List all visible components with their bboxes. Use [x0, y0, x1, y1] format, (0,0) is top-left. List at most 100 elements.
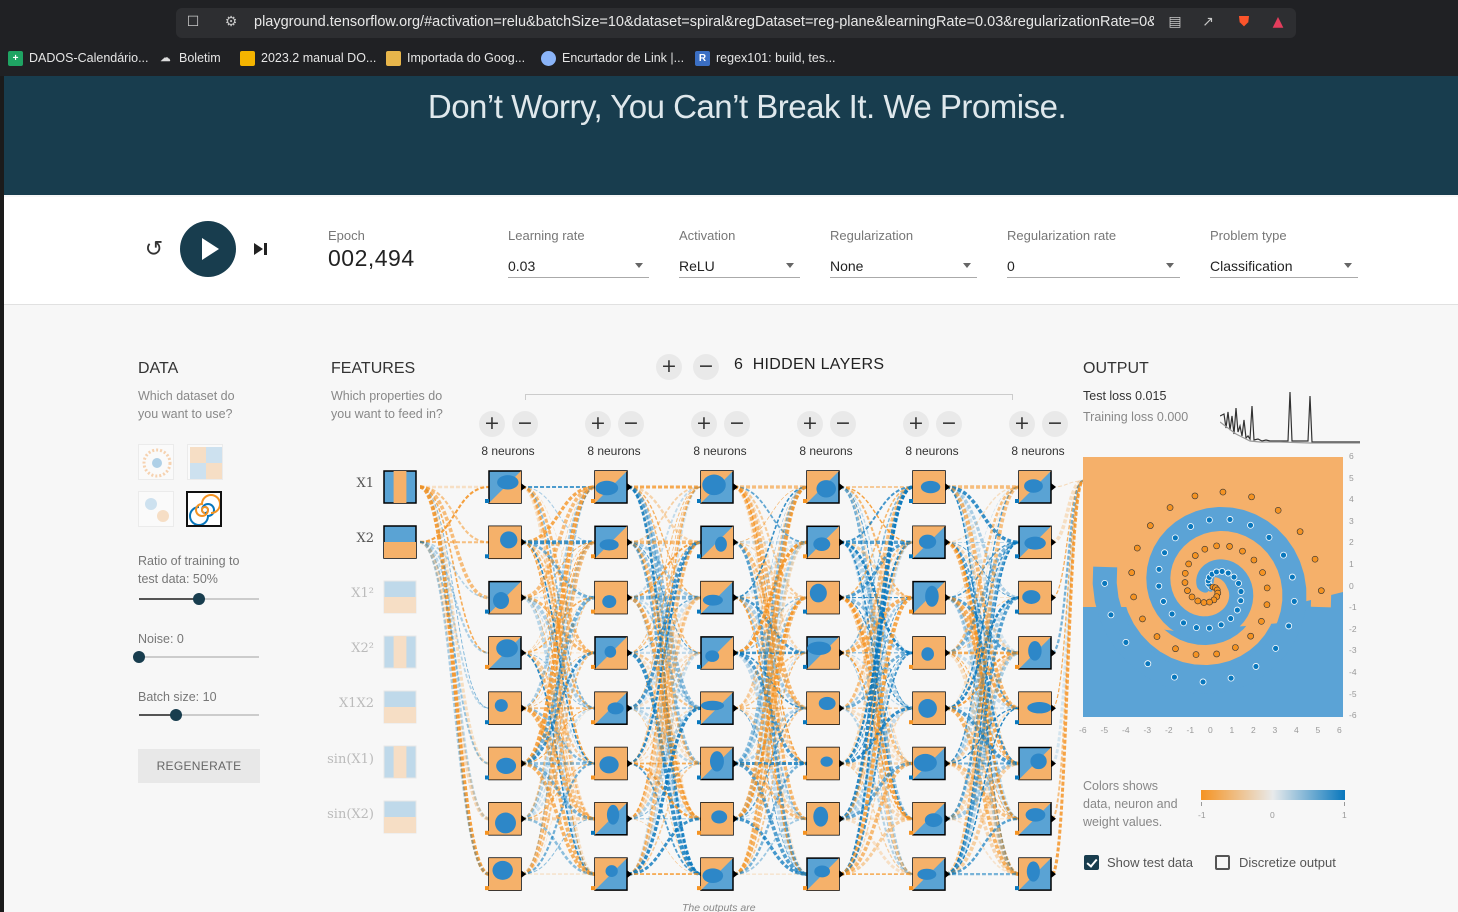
- neuron-bias[interactable]: [803, 775, 807, 780]
- neuron[interactable]: [485, 636, 526, 670]
- neuron[interactable]: [1015, 857, 1056, 891]
- neuron-bias[interactable]: [803, 830, 807, 835]
- weight-link[interactable]: [1050, 479, 1085, 765]
- weight-link[interactable]: [419, 540, 490, 876]
- neuron-bias[interactable]: [1015, 664, 1019, 669]
- neuron-bias[interactable]: [1015, 609, 1019, 614]
- neuron[interactable]: [697, 746, 738, 781]
- neuron[interactable]: [383, 745, 417, 779]
- neuron-bias[interactable]: [803, 499, 807, 503]
- neuron-bias[interactable]: [909, 775, 913, 780]
- neuron[interactable]: [803, 636, 844, 670]
- bookmark-icon[interactable]: ☐: [183, 12, 203, 32]
- neuron-bias[interactable]: [485, 830, 489, 835]
- bookmark-item[interactable]: Encurtador de Link |...: [541, 48, 684, 68]
- neuron-bias[interactable]: [485, 886, 489, 891]
- neuron-bias[interactable]: [591, 554, 595, 559]
- neuron[interactable]: [591, 636, 632, 670]
- neuron[interactable]: [803, 691, 844, 725]
- neuron-bias[interactable]: [485, 554, 489, 559]
- neuron[interactable]: [383, 580, 417, 614]
- neuron[interactable]: [485, 691, 526, 725]
- neuron[interactable]: [803, 746, 844, 781]
- neuron[interactable]: [697, 580, 738, 615]
- neuron[interactable]: [803, 580, 844, 615]
- neuron[interactable]: [697, 691, 738, 725]
- weight-link[interactable]: [627, 486, 702, 765]
- neuron[interactable]: [697, 525, 738, 560]
- neuron[interactable]: [383, 525, 417, 559]
- neuron-bias[interactable]: [485, 664, 489, 669]
- brave-rewards-icon[interactable]: ▲: [1268, 12, 1288, 32]
- bookmark-item[interactable]: ☁ Boletim: [158, 48, 221, 68]
- neuron[interactable]: [1015, 470, 1056, 504]
- neuron[interactable]: [591, 470, 632, 504]
- show-test-data-label[interactable]: Show test data: [1107, 855, 1193, 870]
- neuron-bias[interactable]: [591, 830, 595, 835]
- weight-link[interactable]: [839, 485, 914, 766]
- neuron-bias[interactable]: [697, 886, 701, 891]
- neuron[interactable]: [485, 802, 526, 836]
- neuron-bias[interactable]: [1015, 830, 1019, 835]
- neuron[interactable]: [909, 802, 950, 836]
- neuron[interactable]: [591, 857, 632, 891]
- neuron[interactable]: [909, 525, 950, 560]
- neuron[interactable]: [697, 636, 738, 670]
- neuron-bias[interactable]: [697, 554, 701, 559]
- neuron-bias[interactable]: [591, 609, 595, 614]
- neuron[interactable]: [591, 746, 632, 781]
- neuron-bias[interactable]: [697, 775, 701, 780]
- neuron-bias[interactable]: [485, 720, 489, 725]
- neuron-bias[interactable]: [485, 499, 489, 503]
- neuron[interactable]: [697, 802, 738, 836]
- neuron-bias[interactable]: [697, 499, 701, 503]
- neuron-bias[interactable]: [697, 720, 701, 725]
- neuron[interactable]: [803, 857, 844, 891]
- neuron-bias[interactable]: [1015, 554, 1019, 559]
- neuron[interactable]: [909, 746, 950, 781]
- neuron-bias[interactable]: [591, 886, 595, 891]
- show-test-data-checkbox[interactable]: [1084, 855, 1099, 870]
- neuron-bias[interactable]: [909, 886, 913, 891]
- neuron-bias[interactable]: [485, 775, 489, 780]
- weight-link[interactable]: [945, 596, 1020, 876]
- neuron-bias[interactable]: [909, 554, 913, 559]
- neuron[interactable]: [697, 857, 738, 891]
- neuron-bias[interactable]: [803, 720, 807, 725]
- neuron-bias[interactable]: [909, 830, 913, 835]
- neuron[interactable]: [1015, 636, 1056, 670]
- neuron[interactable]: [383, 470, 417, 504]
- neuron-bias[interactable]: [591, 499, 595, 503]
- neuron-bias[interactable]: [1015, 720, 1019, 725]
- neuron[interactable]: [909, 636, 950, 670]
- neuron[interactable]: [1015, 746, 1056, 781]
- bookmark-item[interactable]: Importada do Goog...: [386, 48, 525, 68]
- neuron-bias[interactable]: [803, 664, 807, 669]
- weight-link[interactable]: [419, 540, 490, 821]
- discretize-output-checkbox[interactable]: [1215, 855, 1230, 870]
- neuron[interactable]: [591, 691, 632, 725]
- neuron[interactable]: [591, 802, 632, 836]
- neuron-bias[interactable]: [909, 609, 913, 614]
- neuron-bias[interactable]: [591, 775, 595, 780]
- neuron-bias[interactable]: [591, 664, 595, 669]
- neuron-bias[interactable]: [485, 609, 489, 614]
- url-text[interactable]: playground.tensorflow.org/#activation=re…: [254, 14, 1154, 30]
- neuron[interactable]: [1015, 525, 1056, 560]
- neuron[interactable]: [803, 802, 844, 836]
- neuron[interactable]: [485, 857, 526, 891]
- bookmark-item[interactable]: Rregex101: build, tes...: [695, 48, 836, 68]
- neuron-bias[interactable]: [697, 664, 701, 669]
- neuron-bias[interactable]: [1015, 886, 1019, 891]
- neuron-bias[interactable]: [803, 886, 807, 891]
- neuron[interactable]: [383, 800, 417, 834]
- neuron-bias[interactable]: [591, 720, 595, 725]
- neuron[interactable]: [909, 691, 950, 725]
- neuron[interactable]: [1015, 802, 1056, 836]
- neuron-bias[interactable]: [697, 609, 701, 614]
- neuron[interactable]: [909, 470, 950, 504]
- share-icon[interactable]: ↗: [1198, 12, 1218, 32]
- neuron[interactable]: [909, 857, 950, 891]
- neuron[interactable]: [485, 470, 526, 504]
- neuron-bias[interactable]: [1015, 775, 1019, 780]
